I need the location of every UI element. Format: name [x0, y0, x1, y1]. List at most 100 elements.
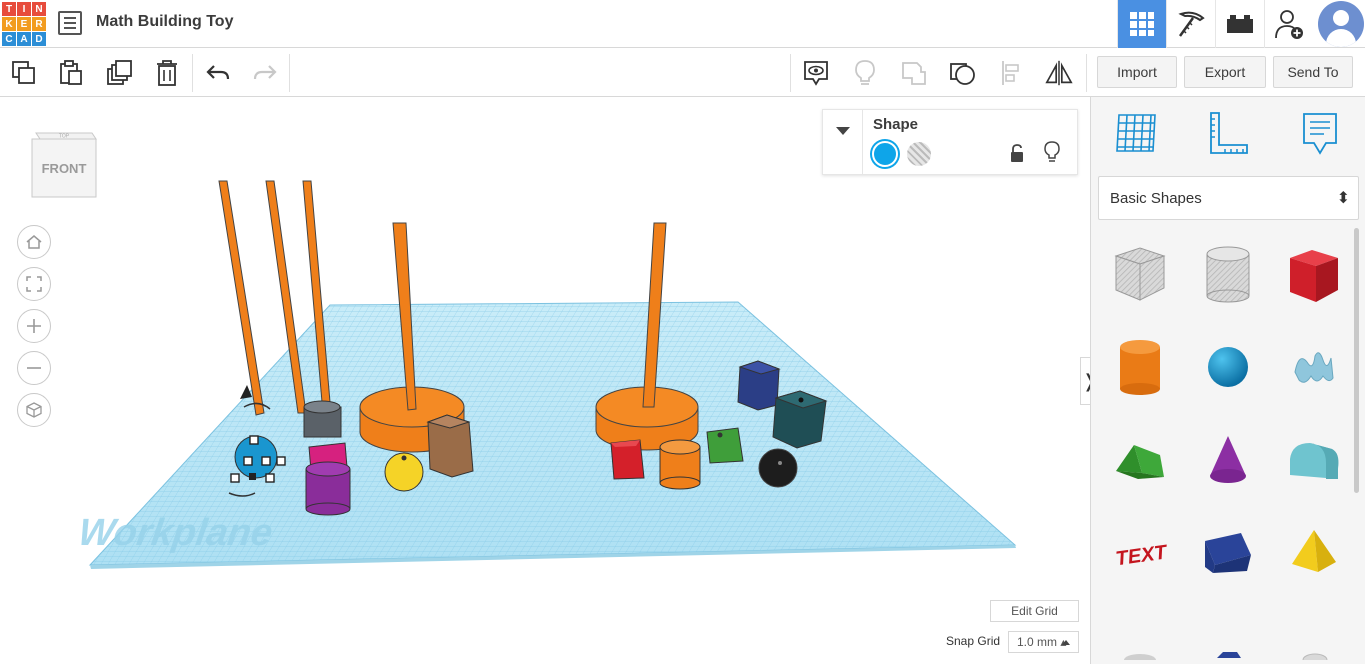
shape-grid: TEXT: [1091, 227, 1359, 664]
redo-icon: [253, 65, 277, 80]
yellow-sphere[interactable]: [384, 452, 424, 492]
round-roof-shape[interactable]: [1279, 425, 1349, 495]
bricks-button[interactable]: [1215, 0, 1264, 48]
lock-icon[interactable]: [1009, 143, 1025, 163]
box-hole-shape[interactable]: [1105, 239, 1175, 309]
group-button[interactable]: [899, 58, 929, 88]
pyramid-icon: [1292, 530, 1336, 572]
shape-icon-partial: [1302, 653, 1328, 660]
workplane-label: Workplane: [76, 511, 276, 554]
3d-design-grid-button[interactable]: [1117, 0, 1166, 48]
toolbar-divider: [192, 54, 193, 92]
cone-shape[interactable]: [1193, 425, 1263, 495]
scribble-shape[interactable]: [1279, 332, 1349, 402]
3d-design-grid-icon: [1130, 12, 1154, 36]
workplane-canvas[interactable]: Workplane TOP FRONT Shape Edit Grid Snap…: [0, 97, 1090, 664]
fit-view-button[interactable]: [17, 267, 51, 301]
purple-cylinder[interactable]: [305, 461, 351, 516]
send-to-button[interactable]: Send To: [1273, 56, 1353, 88]
tinkercad-logo[interactable]: T I N K E R C A D: [2, 2, 46, 46]
plus-icon: [27, 319, 41, 333]
toolbar-divider: [790, 54, 791, 92]
shape-inspector: Shape: [822, 109, 1078, 175]
export-button[interactable]: Export: [1184, 56, 1266, 88]
cone-icon: [1210, 436, 1246, 483]
perspective-button[interactable]: [17, 393, 51, 427]
import-button[interactable]: Import: [1097, 56, 1177, 88]
red-cube[interactable]: [610, 439, 645, 480]
logo-letter-n: N: [32, 2, 46, 16]
design-list-icon[interactable]: [58, 11, 82, 35]
redo-button[interactable]: [250, 58, 280, 88]
text-icon: TEXT: [1114, 541, 1169, 570]
partial-shape[interactable]: [1193, 610, 1263, 664]
duplicate-button[interactable]: [105, 58, 135, 88]
hole-button[interactable]: [907, 142, 931, 166]
delete-button[interactable]: [152, 58, 182, 88]
view-cube[interactable]: TOP FRONT: [30, 127, 98, 199]
zoom-out-button[interactable]: [17, 351, 51, 385]
wedge-shape[interactable]: [1193, 517, 1263, 587]
text-shape[interactable]: TEXT: [1105, 517, 1175, 587]
design-title[interactable]: Math Building Toy: [96, 13, 233, 31]
undo-button[interactable]: [203, 58, 233, 88]
box-hole-icon: [1114, 247, 1166, 301]
navy-hex-prism[interactable]: [737, 360, 781, 411]
home-icon: [26, 235, 42, 249]
panel-toggle-button[interactable]: ❭: [1080, 357, 1090, 405]
blocks-button[interactable]: [1166, 0, 1215, 48]
rod-1[interactable]: [218, 180, 265, 416]
grey-cylinder[interactable]: [303, 400, 342, 438]
sphere-icon: [1208, 347, 1248, 387]
box-shape[interactable]: [1279, 239, 1349, 309]
copy-button[interactable]: [9, 58, 39, 88]
black-sphere[interactable]: [758, 448, 798, 488]
shape-library-select[interactable]: Basic Shapes: [1098, 176, 1359, 220]
roof-shape[interactable]: [1105, 425, 1175, 495]
minus-icon: [27, 367, 41, 369]
3d-scene[interactable]: Workplane: [0, 97, 1090, 664]
notes-icon[interactable]: [1296, 109, 1344, 157]
partial-shape[interactable]: [1279, 610, 1349, 664]
mirror-button[interactable]: [1044, 58, 1074, 88]
logo-letter-d: D: [32, 32, 46, 46]
paste-button[interactable]: [56, 58, 86, 88]
logo-letter-k: K: [2, 17, 16, 31]
pickaxe-icon: [1178, 11, 1205, 37]
align-button[interactable]: [997, 58, 1027, 88]
ungroup-icon: [950, 63, 975, 85]
inspector-collapse-button[interactable]: [823, 110, 863, 174]
svg-text:TEXT: TEXT: [1114, 541, 1169, 570]
ruler-icon[interactable]: [1203, 109, 1251, 157]
orange-cylinder-small[interactable]: [659, 439, 701, 490]
add-user-button[interactable]: [1264, 0, 1313, 48]
zoom-in-button[interactable]: [17, 309, 51, 343]
light-bulb-button[interactable]: [850, 58, 880, 88]
panel-scrollbar[interactable]: [1354, 228, 1359, 493]
logo-letter-a: A: [17, 32, 31, 46]
pyramid-shape[interactable]: [1279, 517, 1349, 587]
trash-icon: [157, 60, 177, 86]
note-button[interactable]: [801, 58, 831, 88]
home-view-button[interactable]: [17, 225, 51, 259]
sphere-shape[interactable]: [1193, 332, 1263, 402]
cylinder-shape[interactable]: [1105, 332, 1175, 402]
toolbar-divider: [289, 54, 290, 92]
teal-hex-prism[interactable]: [772, 390, 828, 449]
snap-grid-select[interactable]: 1.0 mm ▴: [1008, 631, 1079, 653]
edit-grid-button[interactable]: Edit Grid: [990, 600, 1079, 622]
user-avatar[interactable]: [1318, 1, 1364, 47]
green-cube[interactable]: [706, 427, 744, 464]
scribble-icon: [1294, 352, 1334, 383]
duplicate-icon: [107, 60, 132, 85]
logo-letter-t: T: [2, 2, 16, 16]
light-bulb-icon: [855, 60, 875, 85]
ungroup-button[interactable]: [948, 58, 978, 88]
workplane-icon[interactable]: [1113, 109, 1161, 157]
group-icon: [902, 62, 926, 85]
solid-color-button[interactable]: [872, 141, 898, 167]
cylinder-hole-shape[interactable]: [1193, 239, 1263, 309]
partial-shape[interactable]: [1105, 610, 1175, 664]
light-bulb-icon[interactable]: [1043, 141, 1061, 163]
brown-hex-prism[interactable]: [426, 414, 474, 478]
